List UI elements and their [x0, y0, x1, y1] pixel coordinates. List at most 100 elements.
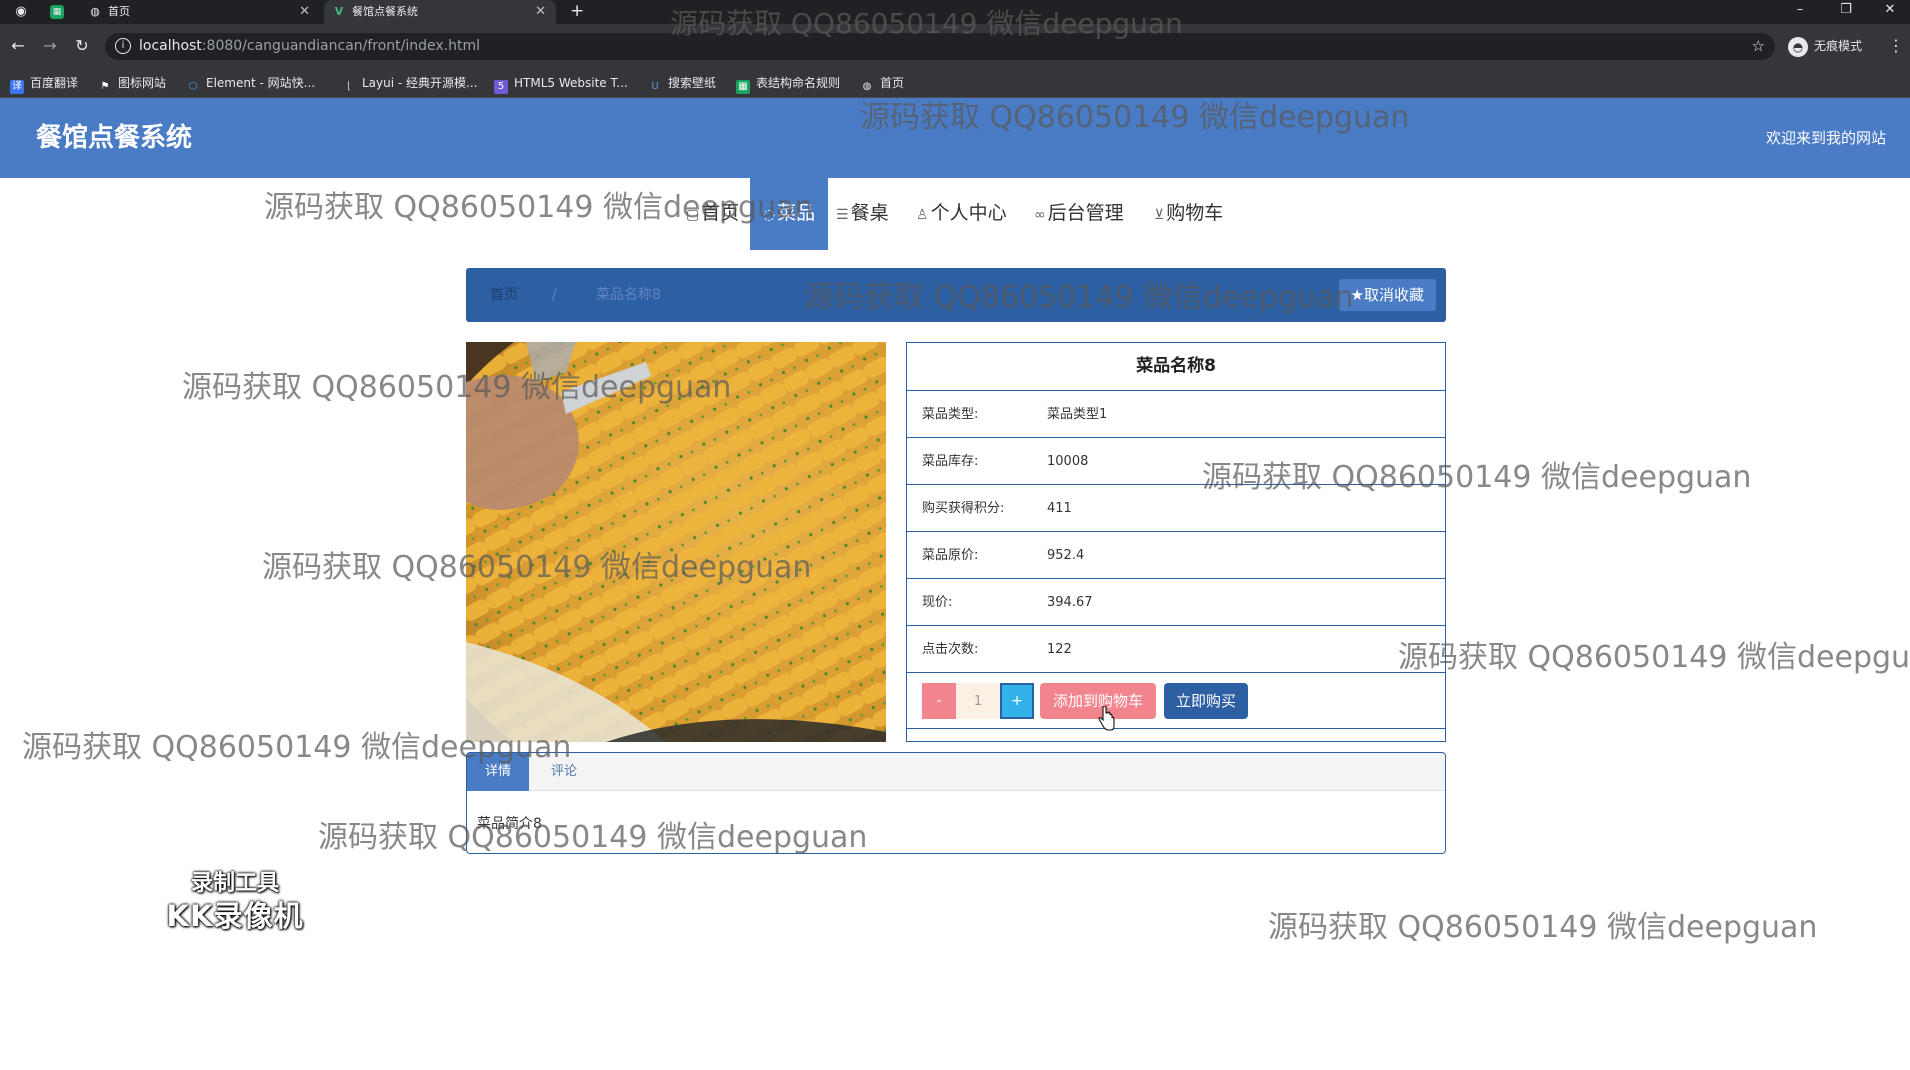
detail-label: 菜品库存:	[922, 454, 979, 469]
browser-tab-strip: ◉ ▦ ◍ 首页 ✕ V 餐馆点餐系统 ✕ + – ❐ ✕	[0, 0, 1910, 24]
layers-icon: ☰	[836, 207, 849, 223]
dish-detail-panel: 菜品名称8 菜品类型: 菜品类型1 菜品库存: 10008 购买获得积分: 411 菜…	[906, 342, 1446, 742]
breadcrumb-home[interactable]: 首页	[490, 268, 518, 322]
address-bar[interactable]: i localhost:8080/canguandiancan/front/in…	[105, 33, 1775, 60]
nav-item-home[interactable]: ▢ 首页	[680, 178, 745, 250]
bookmark-item[interactable]: U 搜索壁纸	[648, 68, 716, 98]
bookmark-item[interactable]: 译百度翻译	[10, 68, 78, 98]
tabs-header: 详情 评论	[467, 753, 1445, 791]
forward-icon[interactable]: →	[40, 36, 60, 56]
nav-item-tables[interactable]: ☰ 餐桌	[836, 178, 889, 250]
food-icon: ◌	[762, 207, 776, 223]
purchase-actions: - + 添加到购物车 立即购买	[907, 673, 1445, 729]
html5-icon: 5	[494, 80, 508, 94]
flag-icon: ⚑	[100, 81, 110, 92]
site-header: 餐馆点餐系统 欢迎来到我的网站	[0, 98, 1910, 178]
nav-item-admin[interactable]: ∞ 后台管理	[1034, 178, 1124, 250]
site-info-icon[interactable]: i	[115, 38, 131, 54]
reload-icon[interactable]: ↻	[72, 36, 92, 56]
bookmark-item[interactable]: ⌊ Layui - 经典开源模...	[342, 68, 477, 98]
url-text: localhost:8080/canguandiancan/front/inde…	[139, 38, 481, 54]
detail-row: 菜品库存: 10008	[907, 438, 1445, 485]
detail-row: 现价: 394.67	[907, 579, 1445, 626]
translate-icon: 译	[10, 80, 24, 94]
bookmark-item[interactable]: ◍ 首页	[860, 68, 904, 98]
detail-value: 菜品类型1	[1047, 407, 1108, 422]
element-icon: ⬡	[188, 81, 198, 92]
incognito-indicator[interactable]: ◓ 无痕模式	[1788, 35, 1862, 57]
bookmarks-bar: 译百度翻译 ⚑ 图标网站 ⬡ Element - 网站快... ⌊ Layui - 经…	[0, 68, 1910, 98]
quantity-input[interactable]	[956, 683, 1000, 719]
detail-label: 菜品原价:	[922, 548, 979, 563]
new-tab-button[interactable]: +	[570, 0, 584, 24]
detail-label: 现价:	[922, 595, 953, 610]
tab-home[interactable]: ◍ 首页 ✕	[80, 0, 320, 24]
bookmark-star-icon[interactable]: ☆	[1752, 33, 1765, 60]
detail-value: 10008	[1047, 454, 1089, 469]
globe-icon: ◍	[862, 81, 872, 92]
tab-title: 餐馆点餐系统	[352, 5, 418, 18]
dish-info-tabs: 详情 评论 菜品简介8	[466, 752, 1446, 854]
detail-value: 394.67	[1047, 595, 1093, 610]
sheet-icon: ▦	[736, 80, 750, 94]
detail-value: 952.4	[1047, 548, 1085, 563]
link-icon: ∞	[1034, 207, 1046, 223]
bookmark-item[interactable]: ⚑ 图标网站	[98, 68, 167, 98]
detail-row: 菜品原价: 952.4	[907, 532, 1445, 579]
back-icon[interactable]: ←	[8, 36, 28, 56]
detail-row: 点击次数: 122	[907, 626, 1445, 673]
detail-row: 购买获得积分: 411	[907, 485, 1445, 532]
detail-label: 点击次数:	[922, 642, 979, 657]
watermark-text: 源码获取 QQ86050149 微信deepguan	[1398, 640, 1910, 675]
breadcrumb: 首页 / 菜品名称8 ★取消收藏	[466, 268, 1446, 322]
user-icon: ♙	[916, 207, 929, 223]
main-nav: ▢ 首页 ◌ 菜品 ☰ 餐桌 ♙ 个人中心 ∞ 后台管理 ⊻ 购物车	[0, 178, 1910, 250]
dish-name: 菜品名称8	[907, 343, 1445, 391]
bookmark-item[interactable]: ▦ 表结构命名规则	[736, 68, 840, 98]
recorder-logo: 录制工具 KK录像机	[166, 871, 304, 933]
close-tab-icon[interactable]: ✕	[299, 0, 310, 24]
tab-restaurant[interactable]: V 餐馆点餐系统 ✕	[324, 0, 556, 24]
unfavorite-button[interactable]: ★取消收藏	[1338, 279, 1436, 311]
wallpaper-icon: U	[651, 81, 659, 92]
nav-item-dishes[interactable]: ◌ 菜品	[750, 178, 828, 250]
nav-item-user-center[interactable]: ♙ 个人中心	[916, 178, 1007, 250]
detail-row: 菜品类型: 菜品类型1	[907, 391, 1445, 438]
tab-comments[interactable]: 评论	[533, 753, 595, 791]
browser-toolbar: ← → ↻ i localhost:8080/canguandiancan/fr…	[0, 24, 1910, 68]
bookmark-item[interactable]: 5 HTML5 Website T...	[494, 68, 628, 98]
cart-icon: ⊻	[1154, 207, 1165, 223]
minimize-button[interactable]: –	[1780, 0, 1820, 24]
pinned-tab-icon[interactable]: ▦	[50, 5, 64, 19]
dish-image	[466, 342, 886, 742]
detail-label: 购买获得积分:	[922, 501, 1005, 516]
browser-menu-kebab-icon[interactable]: ⋮	[1888, 36, 1904, 56]
breadcrumb-current: 菜品名称8	[596, 287, 661, 303]
globe-icon: ◍	[90, 5, 100, 18]
quantity-increase-button[interactable]: +	[1000, 683, 1034, 719]
site-title: 餐馆点餐系统	[36, 123, 193, 153]
close-window-button[interactable]: ✕	[1870, 0, 1910, 24]
incognito-icon: ◓	[1788, 36, 1808, 57]
welcome-text: 欢迎来到我的网站	[1765, 129, 1886, 147]
breadcrumb-separator: /	[552, 287, 557, 303]
nav-item-cart[interactable]: ⊻ 购物车	[1154, 178, 1223, 250]
dish-photo	[466, 342, 886, 742]
close-tab-icon[interactable]: ✕	[535, 0, 546, 24]
home-icon: ▢	[686, 207, 700, 223]
pointer-cursor-icon	[1098, 706, 1115, 731]
quantity-decrease-button[interactable]: -	[922, 683, 956, 719]
detail-label: 菜品类型:	[922, 407, 979, 422]
restore-button[interactable]: ❐	[1826, 0, 1866, 24]
vue-icon: V	[334, 5, 344, 18]
dish-description: 菜品简介8	[477, 816, 542, 832]
bookmark-item[interactable]: ⬡ Element - 网站快...	[186, 68, 315, 98]
buy-now-button[interactable]: 立即购买	[1164, 683, 1248, 719]
tab-details[interactable]: 详情	[467, 753, 530, 791]
star-icon: ★	[1350, 286, 1364, 304]
detail-value: 411	[1047, 501, 1072, 516]
layui-icon: ⌊	[347, 81, 351, 92]
detail-value: 122	[1047, 642, 1072, 657]
browser-menu-icon[interactable]: ◉	[12, 3, 30, 21]
watermark-text: 源码获取 QQ86050149 微信deepguan	[1268, 910, 1818, 945]
